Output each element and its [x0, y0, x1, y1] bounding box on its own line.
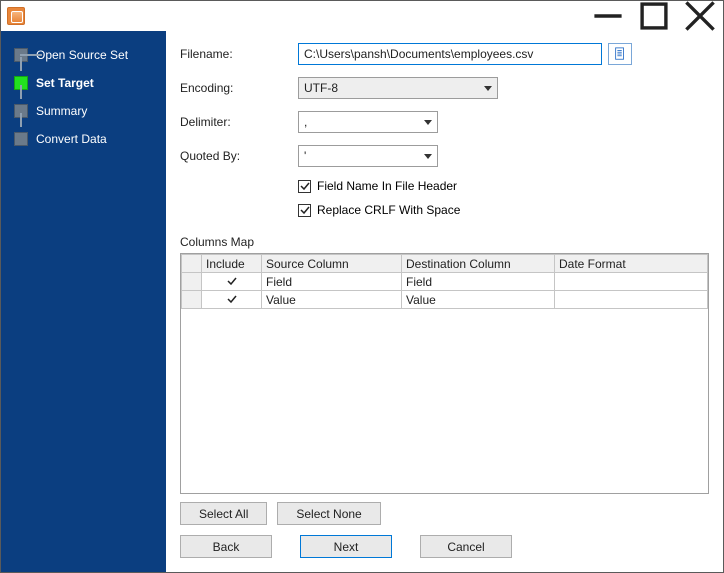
col-header-include[interactable]: Include: [202, 255, 262, 273]
col-header-dest[interactable]: Destination Column: [402, 255, 555, 273]
chevron-down-icon: [424, 154, 432, 159]
step-convert-data[interactable]: Convert Data: [1, 125, 166, 153]
cell-source[interactable]: Field: [262, 273, 402, 291]
wizard-window: Open Source Set Set Target Summary Conve…: [0, 0, 724, 573]
minimize-button[interactable]: [585, 1, 631, 31]
row-header[interactable]: [182, 273, 202, 291]
quoted-by-value: ': [304, 149, 306, 163]
document-icon: [613, 47, 627, 61]
col-header-source[interactable]: Source Column: [262, 255, 402, 273]
cell-fmt[interactable]: [555, 291, 708, 309]
maximize-button[interactable]: [631, 1, 677, 31]
wizard-sidebar: Open Source Set Set Target Summary Conve…: [1, 31, 166, 572]
titlebar: [1, 1, 723, 31]
replace-crlf-checkbox[interactable]: [298, 204, 311, 217]
next-button[interactable]: Next: [300, 535, 392, 558]
step-open-source-set[interactable]: Open Source Set: [1, 41, 166, 69]
select-none-button[interactable]: Select None: [277, 502, 380, 525]
table-row[interactable]: Field Field: [182, 273, 708, 291]
main-panel: Filename: Encoding: UTF-8 Delimiter: ,: [166, 31, 723, 572]
browse-file-button[interactable]: [608, 43, 632, 65]
include-checkbox[interactable]: [227, 294, 237, 304]
col-header-fmt[interactable]: Date Format: [555, 255, 708, 273]
quoted-by-select[interactable]: ': [298, 145, 438, 167]
step-label: Summary: [36, 104, 87, 118]
table-row[interactable]: Value Value: [182, 291, 708, 309]
step-label: Set Target: [36, 76, 94, 90]
close-button[interactable]: [677, 1, 723, 31]
cancel-button[interactable]: Cancel: [420, 535, 512, 558]
columns-map-title: Columns Map: [180, 235, 709, 249]
row-header[interactable]: [182, 291, 202, 309]
columns-map-grid: Include Source Column Destination Column…: [180, 253, 709, 494]
field-name-header-checkbox[interactable]: [298, 180, 311, 193]
step-label: Open Source Set: [36, 48, 128, 62]
select-all-button[interactable]: Select All: [180, 502, 267, 525]
delimiter-select[interactable]: ,: [298, 111, 438, 133]
encoding-select[interactable]: UTF-8: [298, 77, 498, 99]
encoding-value: UTF-8: [304, 81, 338, 95]
cell-fmt[interactable]: [555, 273, 708, 291]
step-summary[interactable]: Summary: [1, 97, 166, 125]
filename-input[interactable]: [298, 43, 602, 65]
include-checkbox[interactable]: [227, 276, 237, 286]
delimiter-value: ,: [304, 115, 307, 129]
delimiter-label: Delimiter:: [180, 115, 298, 129]
field-name-header-label: Field Name In File Header: [317, 179, 457, 193]
chevron-down-icon: [484, 86, 492, 91]
encoding-label: Encoding:: [180, 81, 298, 95]
step-set-target[interactable]: Set Target: [1, 69, 166, 97]
cell-dest[interactable]: Value: [402, 291, 555, 309]
grid-empty-area: [181, 309, 708, 493]
cell-source[interactable]: Value: [262, 291, 402, 309]
filename-label: Filename:: [180, 47, 298, 61]
grid-corner: [182, 255, 202, 273]
step-label: Convert Data: [36, 132, 107, 146]
back-button[interactable]: Back: [180, 535, 272, 558]
cell-dest[interactable]: Field: [402, 273, 555, 291]
app-icon: [7, 7, 25, 25]
quoted-by-label: Quoted By:: [180, 149, 298, 163]
replace-crlf-label: Replace CRLF With Space: [317, 203, 460, 217]
chevron-down-icon: [424, 120, 432, 125]
